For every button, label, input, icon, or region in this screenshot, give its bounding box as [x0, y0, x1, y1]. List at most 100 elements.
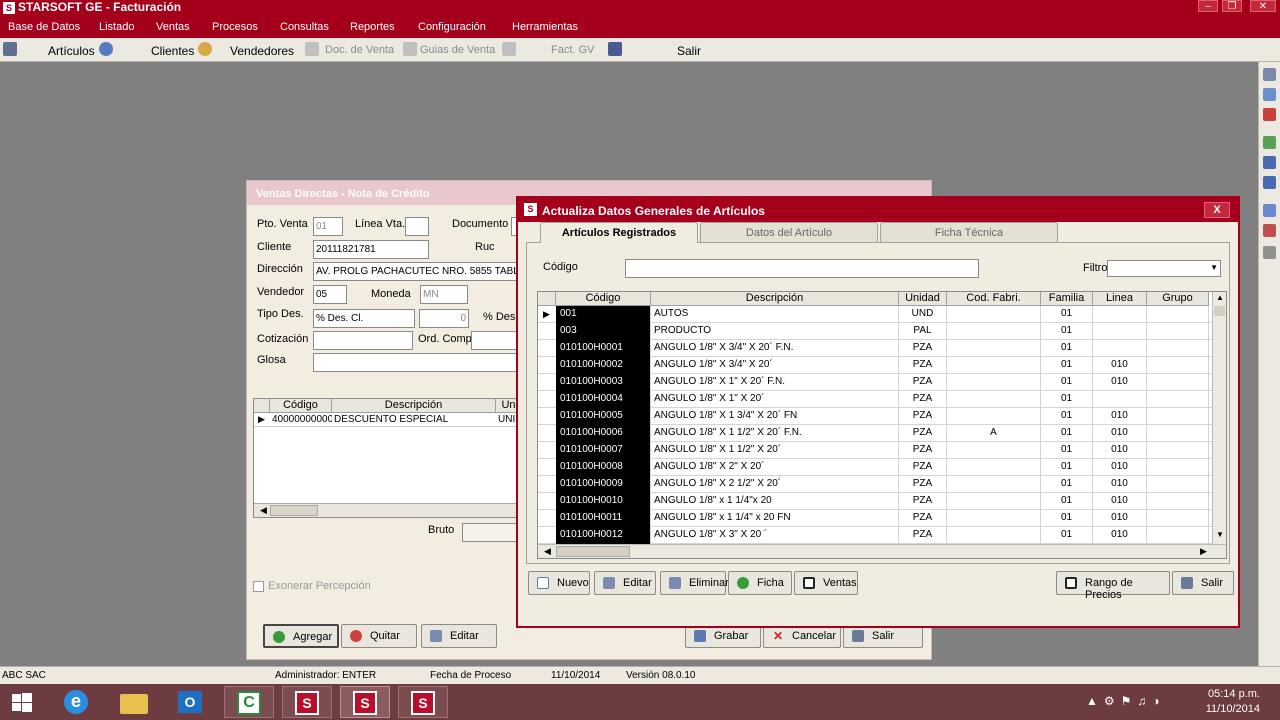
cell-familia[interactable]: 01: [1041, 323, 1093, 340]
cell-descripcion[interactable]: PRODUCTO: [651, 323, 899, 340]
table-row[interactable]: 010100H0005 ANGULO 1/8" X 1 3/4" X 20´ FN…: [538, 408, 1226, 425]
cell-familia[interactable]: 01: [1041, 391, 1093, 408]
menu-reportes[interactable]: Reportes: [350, 21, 395, 33]
table-row[interactable]: 010100H0008 ANGULO 1/8" X 2" X 20´ PZA 01 01…: [538, 459, 1226, 476]
vscroll-thumb[interactable]: [1214, 306, 1225, 316]
cell-unidad[interactable]: PZA: [899, 357, 947, 374]
doc-edit-icon[interactable]: [1263, 156, 1276, 169]
cell-unidad[interactable]: PZA: [899, 425, 947, 442]
cell-grupo[interactable]: [1147, 510, 1209, 527]
col-linea[interactable]: Linea: [1093, 292, 1147, 306]
cell-codigo[interactable]: 010100H0003: [556, 374, 651, 391]
users-icon[interactable]: [99, 42, 113, 56]
cell-cod-fabri[interactable]: [947, 357, 1041, 374]
table-row[interactable]: 010100H0011 ANGULO 1/8" x 1 1/4" x 20 FN P…: [538, 510, 1226, 527]
cell-familia[interactable]: 01: [1041, 425, 1093, 442]
close-icon[interactable]: ✕: [1250, 0, 1276, 12]
cell-unidad[interactable]: PZA: [899, 391, 947, 408]
cell-descripcion[interactable]: ANGULO 1/8" X 3/4" X 20´ F.N.: [651, 340, 899, 357]
cell-familia[interactable]: 01: [1041, 408, 1093, 425]
cell-grupo[interactable]: [1147, 323, 1209, 340]
cell-cod-fabri[interactable]: [947, 408, 1041, 425]
cell-codigo[interactable]: 010100H0005: [556, 408, 651, 425]
clock-time[interactable]: 05:14 p.m.: [1200, 688, 1260, 700]
cell-grupo[interactable]: [1147, 340, 1209, 357]
col-cod-fabri[interactable]: Cod. Fabri.: [947, 292, 1041, 306]
cell-linea[interactable]: 010: [1093, 357, 1147, 374]
settings-icon[interactable]: [1263, 246, 1276, 259]
menu-procesos[interactable]: Procesos: [212, 21, 258, 33]
cell-familia[interactable]: 01: [1041, 357, 1093, 374]
calendar-icon[interactable]: [1263, 108, 1276, 121]
ventas-button[interactable]: Ventas: [794, 571, 858, 595]
vendedor-field[interactable]: 05: [313, 285, 347, 304]
up-icon[interactable]: [1263, 68, 1276, 81]
scroll-down-icon[interactable]: ▼: [1216, 530, 1224, 539]
cell-codigo[interactable]: 001: [556, 306, 651, 323]
menu-ventas[interactable]: Ventas: [156, 21, 190, 33]
editar-detail-button[interactable]: Editar: [421, 624, 497, 648]
start-button[interactable]: [0, 686, 44, 718]
tipo-des-value[interactable]: 0: [419, 309, 469, 328]
menu-consultas[interactable]: Consultas: [280, 21, 329, 33]
table-row[interactable]: 010100H0001 ANGULO 1/8" X 3/4" X 20´ F.N.…: [538, 340, 1226, 357]
table-row[interactable]: 010100H0010 ANGULO 1/8" x 1 1/4"x 20 PZA 01…: [538, 493, 1226, 510]
system-tray-icons[interactable]: ▲⚙⚑♫◑: [1086, 694, 1186, 710]
app-c-taskbar-icon[interactable]: C: [224, 686, 274, 718]
scroll-left-icon[interactable]: ◀: [544, 546, 551, 557]
dialog-close-button[interactable]: X: [1204, 202, 1230, 218]
minimize-icon[interactable]: –: [1198, 0, 1218, 12]
cell-unidad[interactable]: PZA: [899, 510, 947, 527]
nuevo-button[interactable]: Nuevo: [528, 571, 590, 595]
cell-grupo[interactable]: [1147, 357, 1209, 374]
cell-familia[interactable]: 01: [1041, 459, 1093, 476]
cell-grupo[interactable]: [1147, 425, 1209, 442]
clock-date[interactable]: 11/10/2014: [1200, 703, 1260, 715]
print-icon[interactable]: [1263, 224, 1276, 237]
cell-linea[interactable]: [1093, 340, 1147, 357]
agregar-button[interactable]: Agregar: [263, 624, 339, 648]
cell-unidad[interactable]: UND: [899, 306, 947, 323]
vendedores-button[interactable]: Vendedores: [230, 44, 294, 58]
scroll-up-icon[interactable]: ▲: [1216, 293, 1224, 302]
maximize-icon[interactable]: ❐: [1222, 0, 1242, 12]
table-row[interactable]: ▶ 400000000002 DESCUENTO ESPECIAL UNI: [254, 413, 522, 427]
cell-linea[interactable]: 010: [1093, 476, 1147, 493]
ficha-button[interactable]: Ficha: [728, 571, 792, 595]
cell-codigo[interactable]: 010100H0001: [556, 340, 651, 357]
table-row[interactable]: 010100H0012 ANGULO 1/8" X 3" X 20 ´ PZA 01 0…: [538, 527, 1226, 544]
cell-cod-fabri[interactable]: [947, 527, 1041, 544]
table-row[interactable]: ▶ 001 AUTOS UND 01: [538, 306, 1226, 323]
cell-grupo[interactable]: [1147, 459, 1209, 476]
cell-familia[interactable]: 01: [1041, 527, 1093, 544]
cell-linea[interactable]: 010: [1093, 527, 1147, 544]
cell-linea[interactable]: 010: [1093, 493, 1147, 510]
cell-codigo[interactable]: 010100H0004: [556, 391, 651, 408]
grid-hscroll-thumb[interactable]: [270, 505, 318, 516]
pto-venta-field[interactable]: 01: [313, 217, 343, 236]
cell-grupo[interactable]: [1147, 493, 1209, 510]
cell-unidad[interactable]: PZA: [899, 493, 947, 510]
table-vscrollbar[interactable]: ▲ ▼: [1212, 292, 1226, 544]
explorer-taskbar-icon[interactable]: [110, 686, 160, 718]
col-codigo[interactable]: Código: [556, 292, 651, 306]
home-icon[interactable]: [1263, 88, 1276, 101]
table-row[interactable]: 010100H0003 ANGULO 1/8" X 1" X 20´ F.N. PZ…: [538, 374, 1226, 391]
cell-linea[interactable]: 010: [1093, 459, 1147, 476]
cell-cod-fabri[interactable]: [947, 476, 1041, 493]
articulos-button[interactable]: Artículos: [48, 44, 95, 58]
hscroll-thumb[interactable]: [556, 546, 630, 557]
cell-codigo[interactable]: 010100H0008: [556, 459, 651, 476]
outlook-taskbar-icon[interactable]: O: [166, 686, 216, 718]
ie-taskbar-icon[interactable]: e: [52, 686, 102, 718]
cell-codigo[interactable]: 010100H0006: [556, 425, 651, 442]
cell-linea[interactable]: [1093, 391, 1147, 408]
cell-descripcion[interactable]: AUTOS: [651, 306, 899, 323]
table-row[interactable]: 003 PRODUCTO PAL 01: [538, 323, 1226, 340]
cell-grupo[interactable]: [1147, 476, 1209, 493]
col-familia[interactable]: Familia: [1041, 292, 1093, 306]
cell-unidad[interactable]: PZA: [899, 374, 947, 391]
quitar-button[interactable]: Quitar: [341, 624, 417, 648]
col-unidad[interactable]: Unidad: [899, 292, 947, 306]
linea-vta-field[interactable]: [405, 217, 429, 236]
